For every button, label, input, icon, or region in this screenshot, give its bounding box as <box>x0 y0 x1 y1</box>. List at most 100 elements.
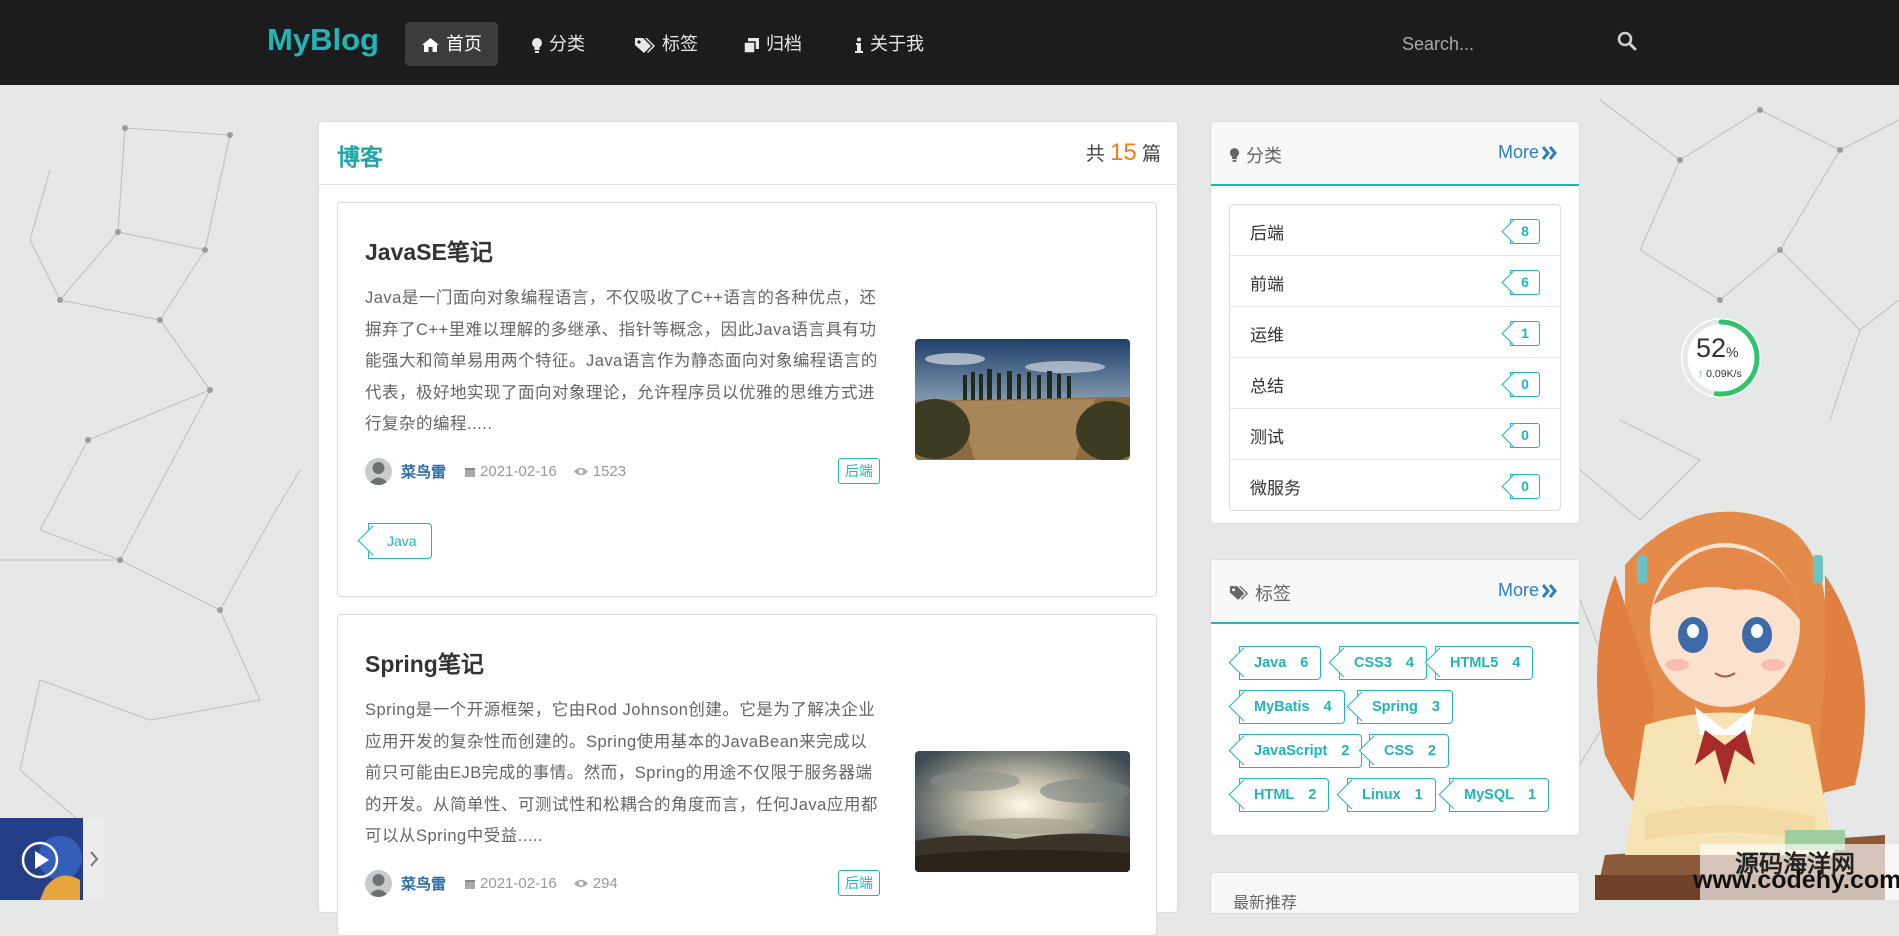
music-player-cover[interactable] <box>0 818 83 900</box>
lightbulb-icon <box>532 37 542 53</box>
category-title-text: 分类 <box>1246 146 1282 166</box>
date-text: 2021-02-16 <box>480 463 557 480</box>
views-text: 294 <box>592 875 618 892</box>
category-card: 分类 More 后端 8 前端 6 运维 1 总结 0 测试 0 微服务 0 <box>1210 121 1580 524</box>
network-speed-widget[interactable]: 52% ↑ 0.09K/s <box>1681 318 1761 398</box>
category-item[interactable]: 运维 1 <box>1230 307 1560 358</box>
author-avatar[interactable] <box>365 458 392 485</box>
post-category-label[interactable]: 后端 <box>838 870 880 896</box>
post-tag[interactable]: Java <box>368 523 432 559</box>
tag-item[interactable]: Java 6 <box>1239 646 1322 680</box>
tag-item[interactable]: Spring 3 <box>1357 690 1453 724</box>
double-chevron-right-icon <box>1542 145 1557 160</box>
tag-card-title: 标签 <box>1229 580 1291 606</box>
search-input[interactable] <box>1400 26 1604 62</box>
count-number: 15 <box>1110 139 1137 166</box>
post-meta: 菜鸟雷 2021-02-16 1523 <box>365 458 642 485</box>
post-meta: 菜鸟雷 2021-02-16 294 <box>365 870 634 897</box>
post-views: 1523 <box>573 463 626 480</box>
recommend-title: 最新推荐 <box>1233 895 1298 912</box>
post-item[interactable]: JavaSE笔记 Java是一门面向对象编程语言，不仅吸收了C++语言的各种优点… <box>337 202 1157 597</box>
post-date: 2021-02-16 <box>464 875 557 892</box>
nav-item-about[interactable]: 关于我 <box>838 22 940 66</box>
info-icon <box>855 37 863 53</box>
category-name: 总结 <box>1250 377 1284 396</box>
views-text: 1523 <box>592 463 627 480</box>
category-count: 6 <box>1510 270 1540 295</box>
tag-card: 标签 More Java 6 CSS3 4 HTML5 4 MyBatis 4 Spri… <box>1210 559 1580 836</box>
category-list: 后端 8 前端 6 运维 1 总结 0 测试 0 微服务 0 <box>1229 204 1561 511</box>
player-toggle-button[interactable] <box>83 818 105 900</box>
category-item[interactable]: 后端 8 <box>1230 205 1560 256</box>
post-title[interactable]: JavaSE笔记 <box>365 233 493 267</box>
post-excerpt: Spring是一个开源框架，它由Rod Johnson创建。它是为了解决企业应用… <box>365 701 878 845</box>
category-count: 0 <box>1510 474 1540 499</box>
nav-item-archive[interactable]: 归档 <box>727 22 818 66</box>
category-count: 0 <box>1510 423 1540 448</box>
search-icon[interactable] <box>1617 31 1637 51</box>
sky-landscape-image <box>915 751 1130 872</box>
category-count: 0 <box>1510 372 1540 397</box>
lightbulb-icon <box>1229 148 1240 162</box>
watermark-url: www.codehy.com <box>1693 866 1899 894</box>
post-thumbnail[interactable] <box>915 751 1130 872</box>
post-category-label[interactable]: 后端 <box>838 458 880 484</box>
arrow-up-icon: ↑ <box>1698 368 1704 380</box>
tag-item[interactable]: HTML 2 <box>1239 778 1330 812</box>
nav-label-category: 分类 <box>549 34 585 54</box>
category-more-link[interactable]: More <box>1498 142 1557 163</box>
category-name: 微服务 <box>1250 479 1301 498</box>
nav-item-home[interactable]: 首页 <box>405 22 498 66</box>
tag-item[interactable]: HTML5 4 <box>1435 646 1534 680</box>
post-excerpt: Java是一门面向对象编程语言，不仅吸收了C++语言的各种优点，还摒弃了C++里… <box>365 289 878 433</box>
more-text: More <box>1497 142 1539 162</box>
nav-label-tags: 标签 <box>662 34 698 54</box>
top-navbar: MyBlog 首页 分类 标签 归档 关于我 <box>0 0 1899 85</box>
category-item[interactable]: 测试 0 <box>1230 409 1560 460</box>
nav-item-category[interactable]: 分类 <box>515 22 601 66</box>
author-name[interactable]: 菜鸟雷 <box>401 461 446 482</box>
date-text: 2021-02-16 <box>480 875 557 892</box>
site-brand[interactable]: MyBlog <box>267 22 379 58</box>
category-item[interactable]: 前端 6 <box>1230 256 1560 307</box>
tag-item[interactable]: Linux 1 <box>1347 778 1436 812</box>
post-item[interactable]: Spring笔记 Spring是一个开源框架，它由Rod Johnson创建。它… <box>337 614 1157 936</box>
tags-icon <box>635 37 655 53</box>
nav-item-tags[interactable]: 标签 <box>618 22 714 66</box>
tag-card-header: 标签 More <box>1211 560 1579 624</box>
tag-more-link[interactable]: More <box>1498 580 1557 601</box>
nav-label-about: 关于我 <box>870 34 924 54</box>
double-chevron-right-icon <box>1542 583 1557 598</box>
tag-item[interactable]: JavaScript 2 <box>1239 734 1363 768</box>
recommend-card: 最新推荐 <box>1210 872 1580 914</box>
count-prefix: 共 <box>1085 144 1105 165</box>
tag-item[interactable]: CSS3 4 <box>1339 646 1427 680</box>
eye-icon <box>573 467 588 476</box>
eye-icon <box>573 879 588 888</box>
category-name: 测试 <box>1250 428 1284 447</box>
tag-item[interactable]: MyBatis 4 <box>1239 690 1345 724</box>
post-thumbnail[interactable] <box>915 339 1130 460</box>
category-item[interactable]: 总结 0 <box>1230 358 1560 409</box>
category-item[interactable]: 微服务 0 <box>1230 460 1560 510</box>
post-tag-text: Java <box>387 533 417 549</box>
nav-label-archive: 归档 <box>766 34 802 54</box>
network-percent: 52% <box>1696 333 1739 363</box>
category-name: 前端 <box>1250 275 1284 294</box>
landscape-image <box>915 339 1130 460</box>
post-views: 294 <box>573 875 618 892</box>
tag-title-text: 标签 <box>1255 584 1291 604</box>
network-speed: ↑ 0.09K/s <box>1698 368 1742 380</box>
category-count: 1 <box>1510 321 1540 346</box>
post-title[interactable]: Spring笔记 <box>365 645 484 679</box>
author-name[interactable]: 菜鸟雷 <box>401 873 446 894</box>
category-name: 运维 <box>1250 326 1284 345</box>
author-avatar[interactable] <box>365 870 392 897</box>
anime-mascot-image <box>1595 511 1885 900</box>
post-date: 2021-02-16 <box>464 463 557 480</box>
home-icon <box>422 38 439 53</box>
count-suffix: 篇 <box>1141 144 1161 165</box>
tag-item[interactable]: MySQL 1 <box>1449 778 1550 812</box>
category-card-header: 分类 More <box>1211 122 1579 186</box>
tag-item[interactable]: CSS 2 <box>1369 734 1449 768</box>
